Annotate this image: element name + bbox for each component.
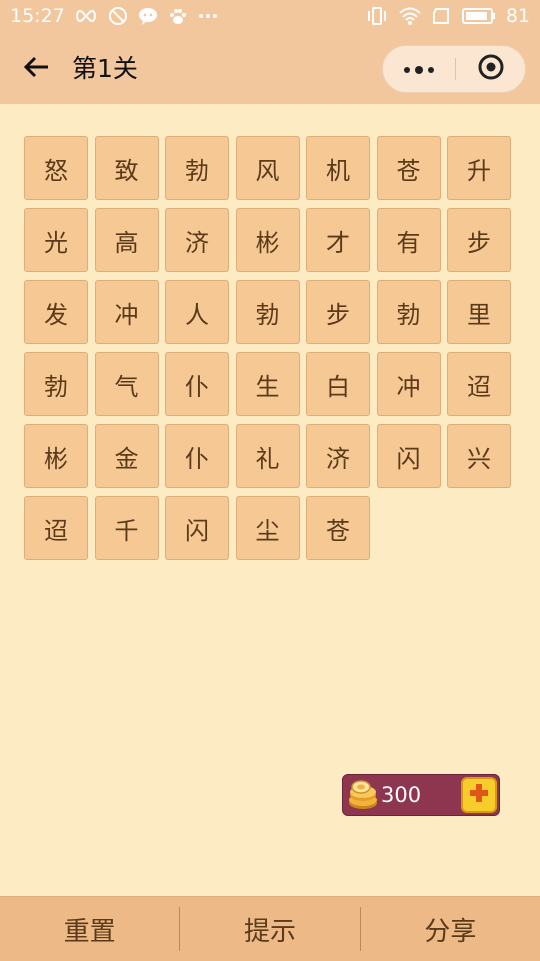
paw-icon [168, 6, 188, 26]
page-title: 第1关 [72, 54, 138, 83]
wifi-icon [398, 6, 422, 26]
no-disturb-icon [108, 6, 128, 26]
character-tile[interactable]: 白 [306, 352, 370, 416]
reset-button[interactable]: 重置 [0, 897, 179, 961]
battery-percent: 81 [505, 5, 530, 27]
back-button[interactable] [18, 52, 54, 86]
character-tile[interactable]: 怒 [24, 136, 88, 200]
character-tile[interactable]: 苍 [376, 136, 441, 200]
character-tile[interactable]: 礼 [235, 424, 300, 488]
character-tile[interactable]: 闪 [376, 424, 441, 488]
character-grid: 怒致勃风机苍升光高济彬才有步发冲人勃步勃里勃气仆生白冲迢彬金仆礼济闪兴迢千闪尘苍 [24, 136, 514, 560]
status-time: 15:27 [10, 5, 65, 27]
status-left-icons [74, 6, 218, 26]
character-tile[interactable]: 勃 [376, 280, 441, 344]
character-tile[interactable]: 金 [94, 424, 159, 488]
coin-count: 300 [381, 783, 422, 807]
mini-program-capsule [382, 45, 526, 93]
character-tile[interactable]: 发 [24, 280, 88, 344]
coin-stack-icon [345, 777, 381, 813]
character-tile[interactable]: 兴 [447, 424, 511, 488]
character-tile[interactable]: 苍 [306, 496, 370, 560]
battery-icon [461, 7, 496, 25]
character-tile[interactable]: 冲 [94, 280, 159, 344]
character-tile[interactable]: 致 [94, 136, 159, 200]
chat-bubble-icon [138, 6, 158, 26]
target-icon [477, 53, 505, 85]
character-tile[interactable]: 勃 [165, 136, 229, 200]
coin-counter: 300 [342, 774, 500, 816]
character-tile[interactable]: 勃 [24, 352, 88, 416]
more-dots-icon [198, 13, 218, 19]
infinity-icon [74, 9, 98, 23]
character-tile[interactable]: 机 [306, 136, 370, 200]
character-tile[interactable]: 迢 [447, 352, 511, 416]
sim-icon [432, 7, 452, 25]
character-tile[interactable]: 彬 [235, 208, 300, 272]
character-tile[interactable]: 勃 [235, 280, 300, 344]
character-tile[interactable]: 千 [94, 496, 159, 560]
character-tile[interactable]: 冲 [376, 352, 441, 416]
arrow-left-icon [22, 55, 50, 83]
character-tile[interactable]: 有 [376, 208, 441, 272]
hint-button[interactable]: 提示 [180, 897, 359, 961]
character-tile[interactable]: 仆 [165, 424, 229, 488]
capsule-close-button[interactable] [456, 46, 526, 92]
nav-bar: 第1关 [0, 34, 540, 104]
character-tile[interactable]: 高 [94, 208, 159, 272]
character-tile[interactable]: 迢 [24, 496, 88, 560]
status-bar: 15:27 81 [0, 0, 540, 34]
character-tile[interactable]: 仆 [165, 352, 229, 416]
character-tile[interactable]: 才 [306, 208, 370, 272]
plus-icon [468, 782, 490, 808]
share-button[interactable]: 分享 [361, 897, 540, 961]
character-tile[interactable]: 步 [306, 280, 370, 344]
bottom-action-bar: 重置 提示 分享 [0, 896, 540, 961]
character-tile[interactable]: 升 [447, 136, 511, 200]
character-tile[interactable]: 气 [94, 352, 159, 416]
add-coins-button[interactable] [461, 777, 497, 813]
character-tile[interactable]: 步 [447, 208, 511, 272]
vibrate-icon [366, 6, 388, 26]
status-right-icons: 81 [366, 5, 530, 27]
character-tile[interactable]: 闪 [165, 496, 229, 560]
character-tile[interactable]: 里 [447, 280, 511, 344]
character-tile[interactable]: 尘 [235, 496, 300, 560]
character-tile[interactable]: 济 [165, 208, 229, 272]
character-tile[interactable]: 光 [24, 208, 88, 272]
capsule-more-button[interactable] [383, 46, 455, 92]
character-tile[interactable]: 风 [235, 136, 300, 200]
more-dots-icon [402, 60, 436, 79]
character-tile[interactable]: 人 [165, 280, 229, 344]
character-tile[interactable]: 济 [306, 424, 370, 488]
character-tile[interactable]: 彬 [24, 424, 88, 488]
character-tile[interactable]: 生 [235, 352, 300, 416]
